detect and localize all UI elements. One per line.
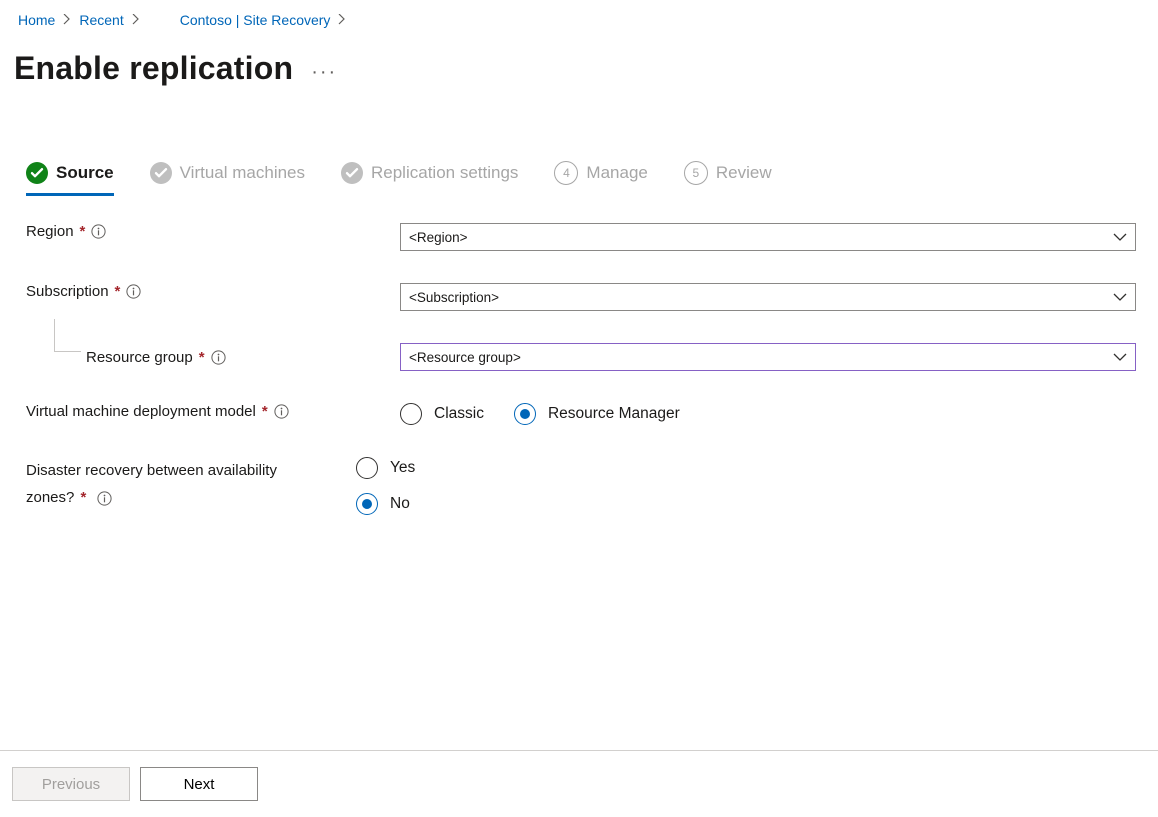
radio-icon [356,493,378,515]
next-button[interactable]: Next [140,767,258,801]
info-icon[interactable] [126,284,141,299]
check-circle-icon [341,162,363,184]
more-actions-button[interactable]: ··· [311,61,337,84]
info-icon[interactable] [97,491,112,506]
resource-group-value: <Resource group> [409,350,521,365]
radio-icon [356,457,378,479]
info-icon[interactable] [91,224,106,239]
breadcrumb: Home Recent Contoso | Site Recovery [0,0,1158,28]
tab-label: Virtual machines [180,163,305,183]
step-number-icon: 5 [684,161,708,185]
row-dr-between-zones: Disaster recovery between availability z… [26,457,1136,515]
chevron-down-icon [1113,230,1127,245]
tab-label: Review [716,163,772,183]
label-resource-group: Resource group * [26,349,400,366]
tab-virtual-machines[interactable]: Virtual machines [150,162,305,196]
radio-label: Classic [434,405,484,423]
footer: Previous Next [0,750,1158,817]
wizard-tabs: Source Virtual machines Replication sett… [0,87,1158,197]
step-number-icon: 4 [554,161,578,185]
chevron-right-icon [132,12,140,28]
label-subscription: Subscription * [26,283,400,300]
tab-label: Manage [586,163,647,183]
breadcrumb-site-recovery[interactable]: Contoso | Site Recovery [180,12,331,28]
indent-connector-icon [54,319,81,352]
radio-label: Yes [390,459,415,477]
title-row: Enable replication ··· [0,28,1158,87]
radio-no[interactable]: No [356,493,410,515]
source-form: Region * <Region> Subscription * <Subscr… [0,197,1158,515]
row-resource-group: Resource group * <Resource group> [26,343,1136,371]
row-region: Region * <Region> [26,223,1136,251]
info-icon[interactable] [274,404,289,419]
radio-label: Resource Manager [548,405,680,423]
chevron-down-icon [1113,290,1127,305]
region-select[interactable]: <Region> [400,223,1136,251]
tab-review[interactable]: 5 Review [684,161,772,197]
required-indicator: * [262,403,268,420]
page-title: Enable replication [14,50,293,87]
radio-resource-manager[interactable]: Resource Manager [514,403,680,425]
tab-manage[interactable]: 4 Manage [554,161,647,197]
info-icon[interactable] [211,350,226,365]
required-indicator: * [199,349,205,366]
radio-classic[interactable]: Classic [400,403,484,425]
row-subscription: Subscription * <Subscription> [26,283,1136,311]
breadcrumb-recent[interactable]: Recent [79,12,123,28]
label-dr-between-zones: Disaster recovery between availability z… [26,457,356,511]
required-indicator: * [80,223,86,240]
radio-icon [514,403,536,425]
tab-label: Source [56,163,114,183]
previous-button: Previous [12,767,130,801]
resource-group-select[interactable]: <Resource group> [400,343,1136,371]
dr-zones-radio-group: Yes No [356,457,1092,515]
required-indicator: * [115,283,121,300]
row-vm-deployment-model: Virtual machine deployment model * Class… [26,403,1136,425]
vm-deployment-model-radio-group: Classic Resource Manager [400,403,1136,425]
subscription-value: <Subscription> [409,290,499,305]
label-vm-deployment-model: Virtual machine deployment model * [26,403,400,420]
tab-replication-settings[interactable]: Replication settings [341,162,518,196]
region-value: <Region> [409,230,468,245]
chevron-down-icon [1113,350,1127,365]
subscription-select[interactable]: <Subscription> [400,283,1136,311]
tab-source[interactable]: Source [26,162,114,196]
breadcrumb-home[interactable]: Home [18,12,55,28]
check-circle-icon [26,162,48,184]
chevron-right-icon [63,12,71,28]
chevron-right-icon [338,12,346,28]
radio-label: No [390,495,410,513]
radio-icon [400,403,422,425]
tab-label: Replication settings [371,163,518,183]
required-indicator: * [81,489,87,506]
label-region: Region * [26,223,400,240]
radio-yes[interactable]: Yes [356,457,415,479]
check-circle-icon [150,162,172,184]
